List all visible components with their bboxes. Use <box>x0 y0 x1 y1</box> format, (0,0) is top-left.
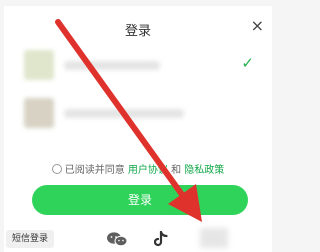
account-name-blurred <box>64 61 160 70</box>
user-agreement-link[interactable]: 用户协议 <box>128 165 168 176</box>
tiktok-icon[interactable] <box>153 230 168 251</box>
wechat-icon[interactable] <box>106 231 128 251</box>
agreement-and: 和 <box>171 165 182 176</box>
check-icon: ✓ <box>241 54 254 72</box>
avatar <box>24 50 54 80</box>
account-item[interactable] <box>24 98 254 128</box>
close-icon[interactable]: × <box>251 18 264 34</box>
avatar <box>24 98 54 128</box>
agreement-line: 已阅读并同意 用户协议 和 隐私政策 <box>4 161 272 176</box>
alt-login-bar: 短信登录 <box>4 228 272 251</box>
dialog-title: 登录 <box>124 24 151 39</box>
agreement-radio[interactable] <box>51 164 62 174</box>
agreement-prefix: 已阅读并同意 <box>64 165 125 176</box>
privacy-policy-link[interactable]: 隐私政策 <box>184 165 224 176</box>
login-dialog: 登录 × ✓ 已阅读并同意 用户协议 和 隐私政策 登录 短信登录 <box>4 6 272 252</box>
login-button[interactable]: 登录 <box>32 185 248 215</box>
more-icon[interactable] <box>200 228 228 248</box>
account-name-blurred <box>64 109 184 118</box>
account-item[interactable]: ✓ <box>24 50 254 80</box>
sms-login-button[interactable]: 短信登录 <box>6 230 55 248</box>
